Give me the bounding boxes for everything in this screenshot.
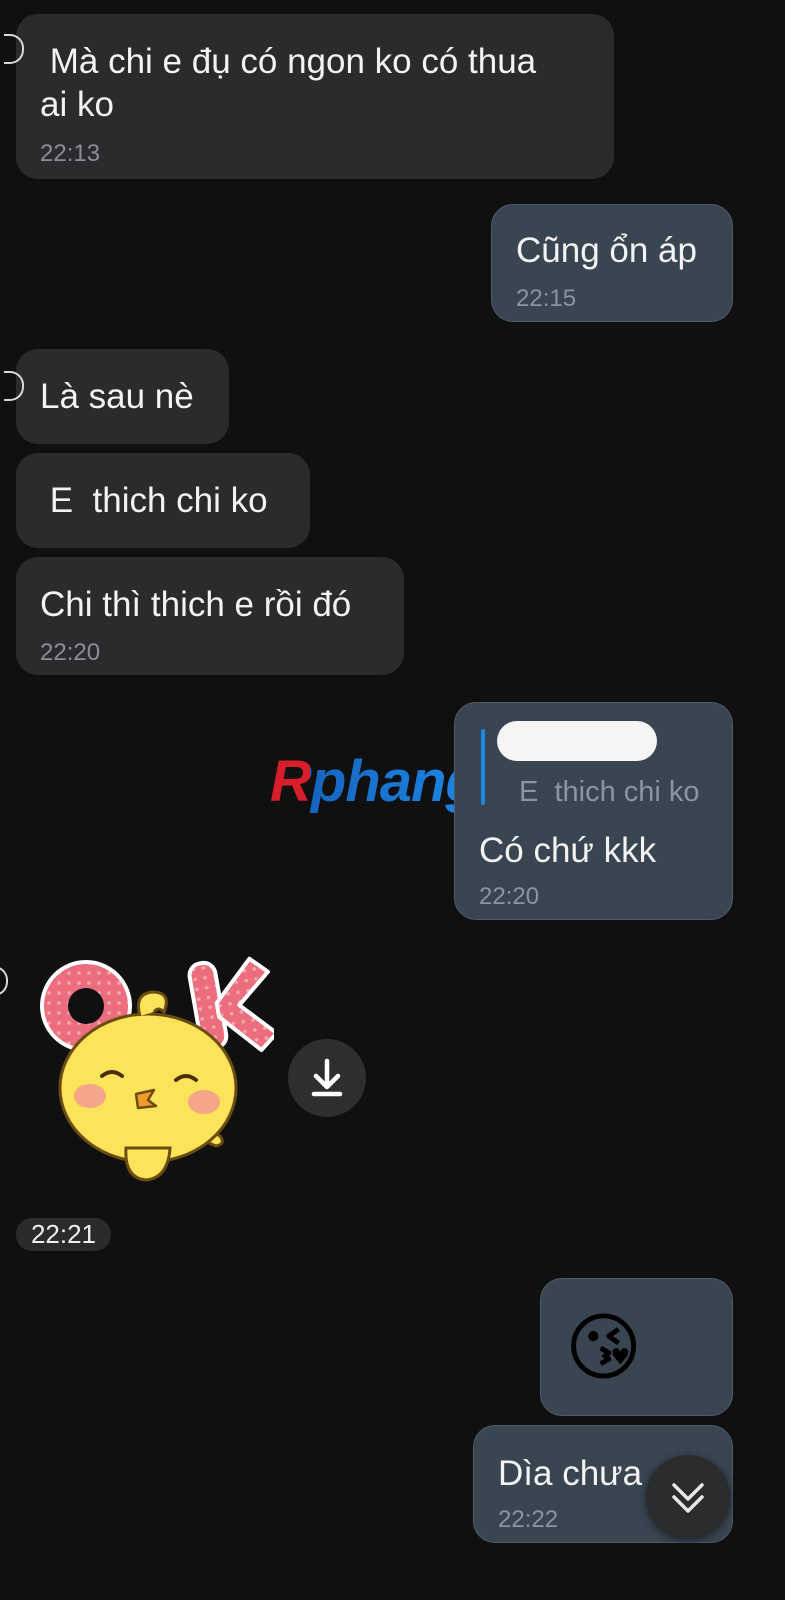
sent-message[interactable]: Cũng ổn áp 22:15: [491, 204, 733, 322]
message-time: 22:13: [40, 140, 101, 167]
message-text: Cũng ổn áp: [516, 231, 697, 270]
received-message[interactable]: Chi thì thich e rồi đó 22:20: [16, 557, 404, 675]
chevron-double-down-icon: [672, 1483, 704, 1513]
sticker-time: 22:21: [16, 1218, 111, 1251]
avatar-edge: [4, 34, 24, 64]
sent-reply-message[interactable]: E thich chi ko Có chứ kkk 22:20: [454, 702, 733, 920]
avatar-edge: [0, 966, 8, 996]
download-button[interactable]: [288, 1039, 366, 1117]
kiss-emoji: 😘: [565, 1306, 643, 1389]
message-time: 22:20: [40, 639, 101, 666]
received-message[interactable]: Là sau nè: [4, 349, 229, 444]
message-text: Dìa chưa: [498, 1454, 643, 1493]
watermark-text: Rphang: [270, 749, 481, 814]
message-text: Có chứ kkk: [479, 831, 657, 870]
ok-chick-sticker[interactable]: [24, 948, 274, 1188]
message-text: Là sau nè: [40, 377, 194, 416]
message-text: E thich chi ko: [40, 481, 268, 520]
download-icon: [311, 1058, 343, 1097]
avatar-edge: [4, 371, 24, 401]
message-time: 22:20: [479, 883, 540, 910]
message-text: Chi thì thich e rồi đó: [40, 585, 352, 624]
sent-emoji-message[interactable]: 😘: [540, 1278, 733, 1416]
received-message[interactable]: E thich chi ko: [16, 453, 310, 548]
scroll-to-bottom-button[interactable]: [646, 1455, 730, 1539]
reply-quote-text: E thich chi ko: [519, 776, 700, 808]
message-time: 22:22: [498, 1506, 559, 1533]
message-text: Mà chi e đụ có ngon ko có thua ai ko: [40, 42, 537, 124]
message-time: 22:15: [516, 285, 577, 312]
watermark: Rphang: [270, 748, 481, 815]
redacted-name: [497, 721, 657, 761]
reply-quote-bar: [481, 729, 485, 805]
received-message[interactable]: Mà chi e đụ có ngon ko có thua ai ko 22:…: [4, 14, 614, 179]
